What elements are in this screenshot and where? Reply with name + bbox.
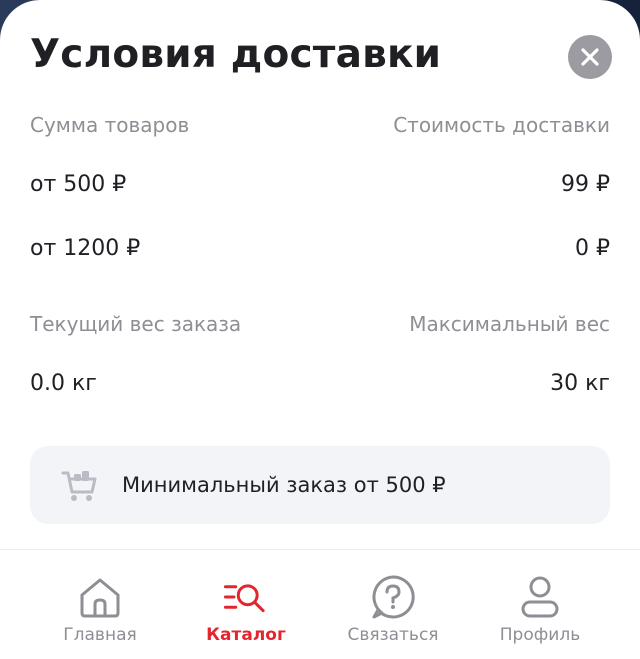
catalog-search-icon	[223, 584, 265, 613]
bottom-tab-bar: Главная Каталог Связаться Профиль	[0, 549, 640, 659]
delivery-header-row: Сумма товаров Стоимость доставки	[30, 113, 610, 137]
close-button[interactable]	[568, 35, 612, 79]
cart-icon	[61, 471, 97, 501]
sheet-title: Условия доставки	[30, 32, 442, 77]
max-weight-value: 30 кг	[550, 371, 610, 396]
question-icon	[372, 575, 415, 619]
tier-amount: от 500 ₽	[30, 172, 127, 197]
minimum-order-banner: Минимальный заказ от 500 ₽	[30, 446, 610, 524]
home-icon	[80, 578, 120, 618]
current-weight-label: Текущий вес заказа	[30, 312, 242, 336]
cost-header: Стоимость доставки	[393, 113, 610, 137]
tab-label: Главная	[63, 625, 137, 645]
tab-home[interactable]: Главная	[25, 550, 175, 659]
tier-cost: 99 ₽	[561, 172, 610, 197]
sum-header: Сумма товаров	[30, 113, 190, 137]
tab-contact[interactable]: Связаться	[318, 550, 468, 659]
max-weight-label: Максимальный вес	[409, 312, 610, 336]
close-icon	[581, 48, 599, 66]
tab-profile[interactable]: Профиль	[465, 550, 615, 659]
profile-icon	[521, 576, 559, 618]
current-weight-value: 0.0 кг	[30, 371, 97, 396]
tab-label: Связаться	[347, 625, 439, 645]
tab-label: Каталог	[206, 625, 286, 645]
delivery-tier-row: от 1200 ₽ 0 ₽	[30, 236, 610, 261]
minimum-order-text: Минимальный заказ от 500 ₽	[122, 473, 446, 497]
tier-cost: 0 ₽	[575, 236, 610, 261]
delivery-conditions-sheet: Условия доставки Сумма товаров Стоимость…	[0, 0, 640, 659]
tier-amount: от 1200 ₽	[30, 236, 141, 261]
weight-header-row: Текущий вес заказа Максимальный вес	[30, 312, 610, 336]
tab-label: Профиль	[499, 625, 581, 645]
delivery-tier-row: от 500 ₽ 99 ₽	[30, 172, 610, 197]
weight-value-row: 0.0 кг 30 кг	[30, 371, 610, 396]
tab-catalog[interactable]: Каталог	[171, 550, 321, 659]
